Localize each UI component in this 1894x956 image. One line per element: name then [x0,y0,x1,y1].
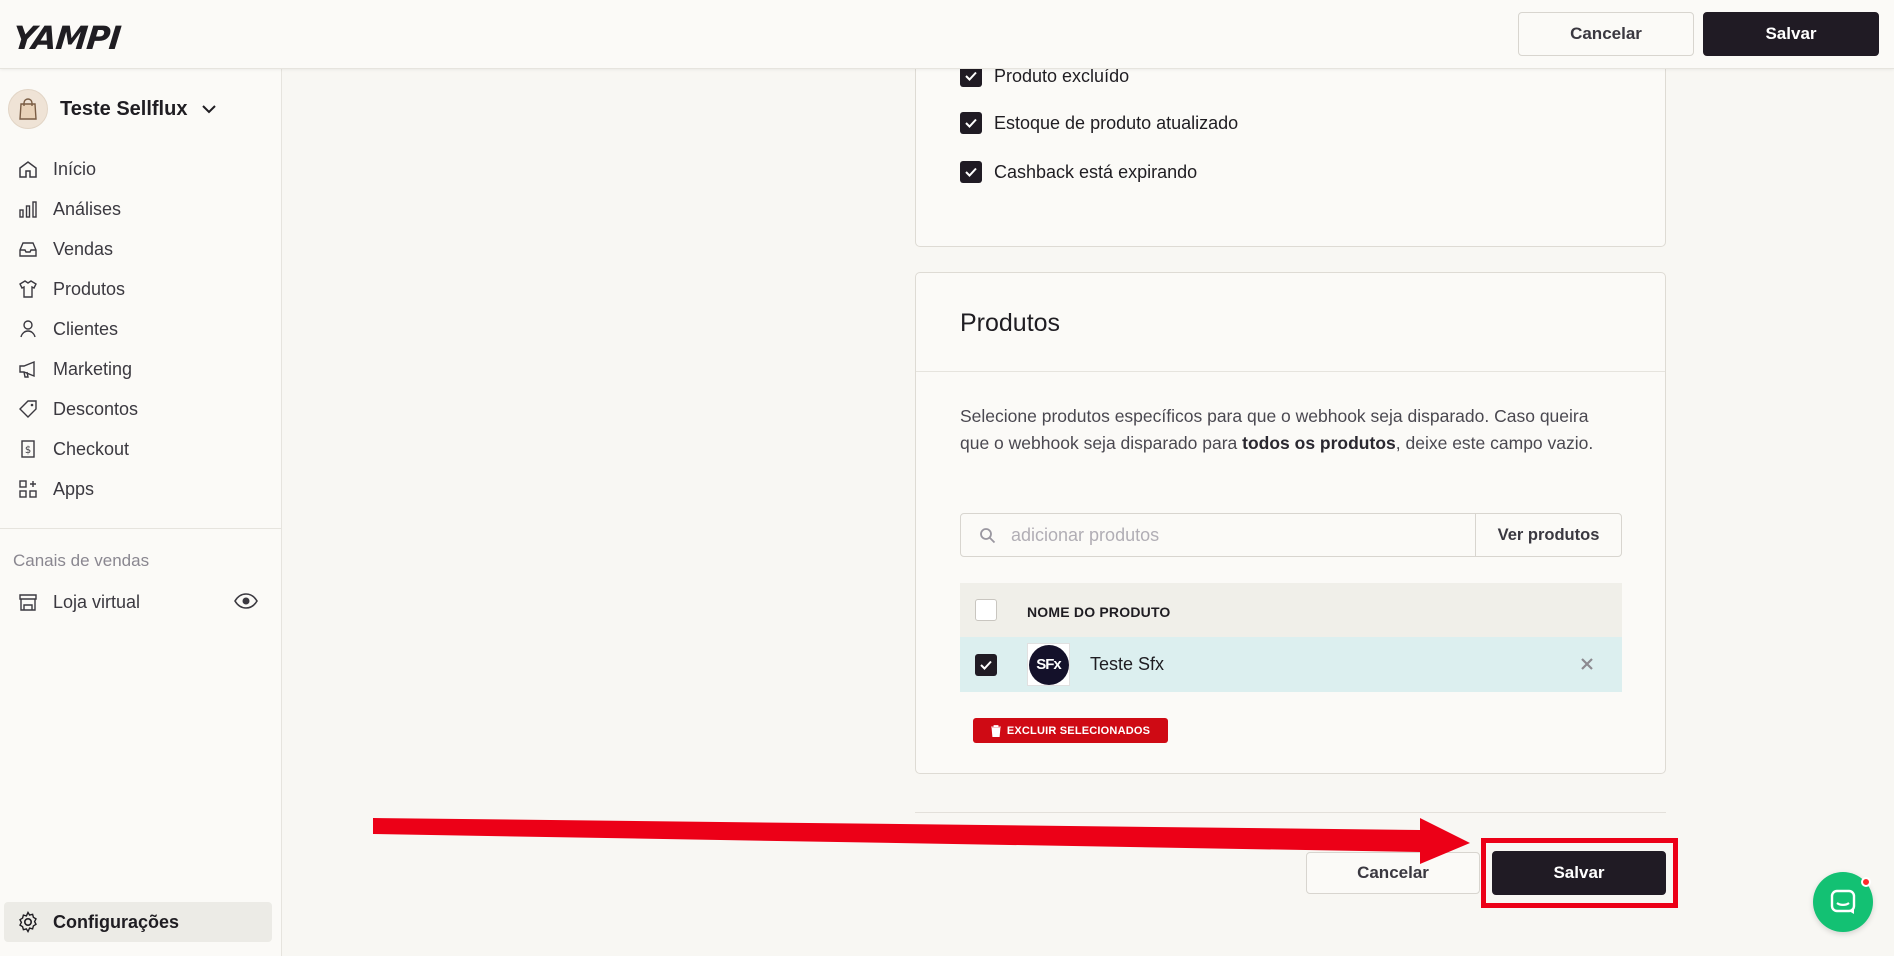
sidebar-divider [0,528,282,529]
chat-icon [1830,889,1856,914]
sidebar-item-label: Checkout [53,438,130,459]
sidebar-item-label: Descontos [53,398,139,419]
sidebar-item-label: Produtos [53,278,126,299]
svg-text:$: $ [25,445,31,456]
footer-cancel-button[interactable]: Cancelar [1306,852,1480,894]
shopping-bag-icon [19,98,37,120]
search-icon [979,527,996,549]
bar-chart-icon [17,198,39,220]
table-header: NOME DO PRODUTO [960,583,1622,637]
event-label: Cashback está expirando [994,161,1198,182]
checkbox-checked[interactable] [960,161,982,183]
products-card: Produtos Selecione produtos específicos … [915,272,1666,774]
sidebar-item-apps[interactable]: Apps [0,469,282,509]
select-all-checkbox[interactable] [975,599,997,621]
sidebar-item-clientes[interactable]: Clientes [0,309,282,349]
shirt-icon [17,278,39,300]
sidebar-item-vendas[interactable]: Vendas [0,229,282,269]
eye-icon[interactable] [234,591,258,616]
top-bar: YAMPI Cancelar Salvar [0,0,1894,69]
chat-widget-button[interactable] [1813,872,1873,932]
search-input[interactable] [1011,514,1461,556]
sidebar-item-label: Início [53,158,97,179]
sidebar-item-label: Apps [53,478,95,499]
view-products-button[interactable]: Ver produtos [1475,513,1621,557]
store-name: Teste Sellflux [60,97,188,120]
megaphone-icon [17,358,39,380]
trash-icon [990,724,1001,737]
sidebar-item-loja-virtual[interactable]: Loja virtual [0,582,282,622]
sales-channels-heading: Canais de vendas [13,551,150,570]
webhook-events-card: Produto excluído Estoque de produto atua… [915,40,1666,247]
apps-icon [17,478,39,500]
annotation-highlight-box [1481,838,1678,908]
sidebar: Teste Sellflux Início Análises Vendas Pr… [0,69,282,956]
tag-icon [17,398,39,420]
product-thumbnail: SFx [1027,643,1070,686]
remove-icon[interactable] [1580,657,1594,676]
row-checkbox-checked[interactable] [975,654,997,676]
product-search: Ver produtos [960,513,1622,557]
sidebar-item-label: Análises [53,198,122,219]
footer-divider [915,812,1666,813]
store-avatar [8,89,48,129]
products-title: Produtos [960,309,1061,337]
notification-dot [1861,877,1871,887]
sidebar-item-label: Loja virtual [53,591,141,612]
cancel-button[interactable]: Cancelar [1518,12,1694,56]
sidebar-item-label: Marketing [53,358,133,379]
yampi-logo[interactable]: YAMPI [11,19,122,57]
product-name: Teste Sfx [1090,654,1165,674]
desc-bold-text: todos os produtos [1242,432,1396,453]
checkbox-checked[interactable] [960,112,982,134]
event-label: Estoque de produto atualizado [994,112,1239,133]
main-nav: Início Análises Vendas Produtos Clientes… [0,149,282,509]
sidebar-item-analises[interactable]: Análises [0,189,282,229]
user-icon [17,318,39,340]
sidebar-item-produtos[interactable]: Produtos [0,269,282,309]
receipt-icon: $ [17,438,39,460]
sidebar-item-marketing[interactable]: Marketing [0,349,282,389]
table-row[interactable]: SFx Teste Sfx [960,637,1622,692]
sidebar-item-label: Vendas [53,238,114,259]
gear-icon [17,911,39,933]
sidebar-item-checkout[interactable]: $ Checkout [0,429,282,469]
home-icon [17,158,39,180]
event-checkbox-row[interactable]: Cashback está expirando [960,161,1197,183]
desc-text: , deixe este campo vazio. [1395,432,1594,453]
column-header-product-name: NOME DO PRODUTO [1027,604,1171,620]
chevron-down-icon[interactable] [201,104,217,114]
save-button[interactable]: Salvar [1703,12,1879,56]
products-description: Selecione produtos específicos para que … [960,403,1620,456]
product-logo: SFx [1028,644,1069,685]
card-divider [916,371,1665,372]
storefront-icon [17,591,39,613]
sidebar-item-descontos[interactable]: Descontos [0,389,282,429]
sidebar-item-configuracoes[interactable]: Configurações [4,902,272,942]
delete-selected-button[interactable]: EXCLUIR SELECIONADOS [973,718,1168,743]
sidebar-item-inicio[interactable]: Início [0,149,282,189]
delete-selected-label: EXCLUIR SELECIONADOS [1006,724,1151,737]
settings-label: Configurações [53,911,180,932]
inbox-icon [17,238,39,260]
store-switcher[interactable]: Teste Sellflux [8,89,217,129]
event-checkbox-row[interactable]: Estoque de produto atualizado [960,112,1238,134]
sidebar-item-label: Clientes [53,318,119,339]
